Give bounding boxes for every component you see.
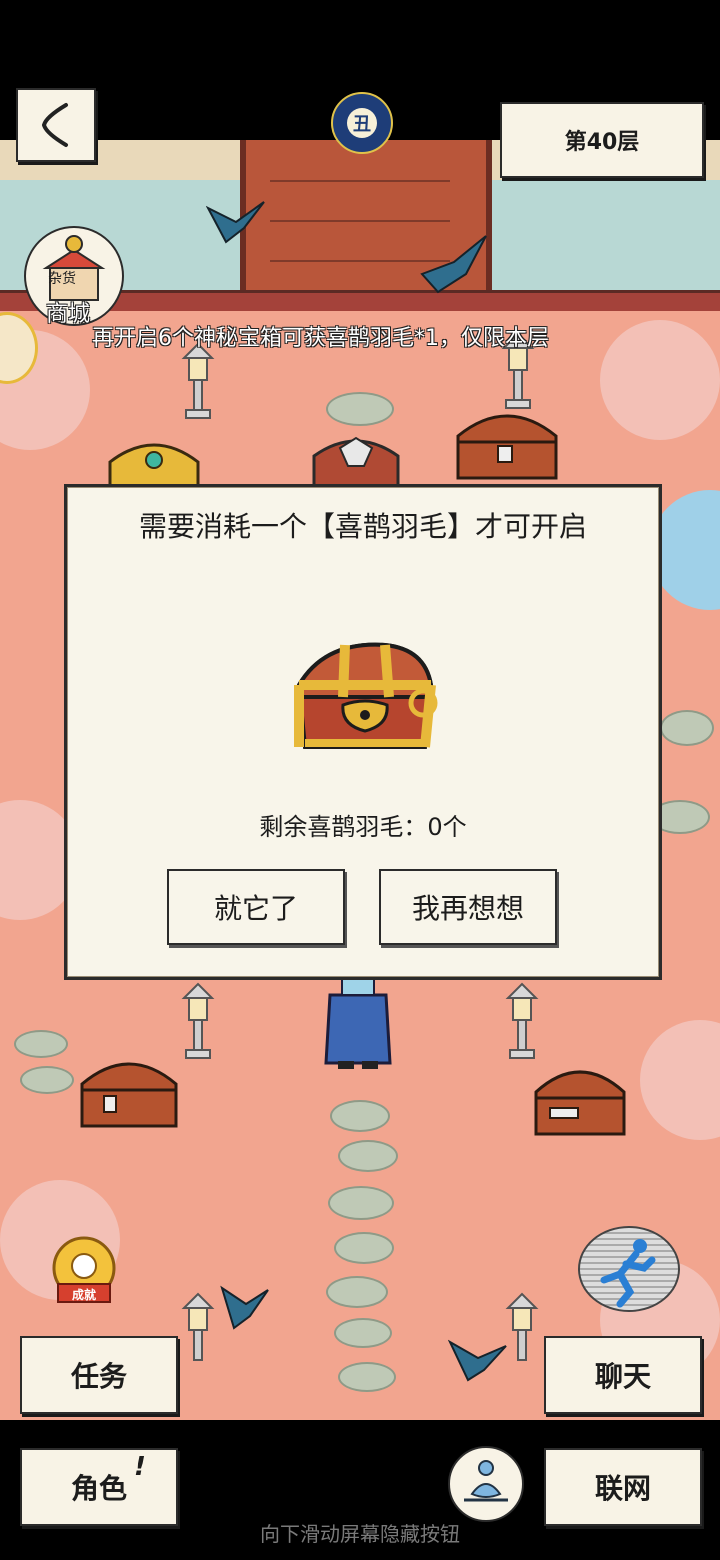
wooden-chest[interactable] <box>452 402 562 482</box>
treasure-chest-icon <box>294 642 438 749</box>
wooden-chest[interactable] <box>530 1058 630 1138</box>
stone-lantern <box>505 1292 539 1361</box>
stepping-stone <box>326 392 394 426</box>
cancel-button[interactable]: 我再想想 <box>379 869 557 945</box>
bridge-plank <box>270 220 450 222</box>
wooden-chest[interactable] <box>76 1050 182 1130</box>
silver-chest[interactable] <box>310 430 402 490</box>
stone-lantern <box>181 342 215 419</box>
stepping-stone <box>328 1186 394 1220</box>
open-chest-dialog: 需要消耗一个【喜鹊羽毛】才可开启 剩余喜鹊羽毛：0个 就它了 我再想想 <box>64 484 662 980</box>
magpie-bird <box>220 1285 269 1330</box>
meditation-button[interactable] <box>448 1446 524 1522</box>
running-man-icon <box>600 1239 656 1308</box>
blossom-tree <box>640 1020 720 1140</box>
floor-label: 第40层 <box>500 102 704 178</box>
dialog-title: 需要消耗一个【喜鹊羽毛】才可开启 <box>138 510 587 543</box>
stepping-stone <box>14 1030 68 1058</box>
stepping-stone <box>660 710 714 746</box>
magpie-bird <box>448 1339 507 1382</box>
player-character <box>324 975 392 1069</box>
chest-progress-banner: 再开启6个神秘宝箱可获喜鹊羽毛*1，仅限本层 <box>92 326 549 351</box>
stone-lantern <box>181 982 215 1059</box>
alert-icon: ! <box>134 1452 146 1482</box>
confirm-button[interactable]: 就它了 <box>167 869 345 945</box>
stone-lantern <box>505 982 539 1059</box>
character-label: 角色 <box>70 1472 127 1505</box>
stepping-stone <box>338 1140 398 1172</box>
shop-sign-text: 杂货 <box>48 271 76 287</box>
stepping-stone <box>338 1362 396 1392</box>
shop-label: 商城 <box>46 302 91 327</box>
sprint-button[interactable] <box>578 1226 680 1312</box>
character-button[interactable]: 角色 ! <box>20 1448 178 1526</box>
achievement-label: 成就 <box>71 1288 96 1302</box>
swipe-hint: 向下滑动屏幕隐藏按钮 <box>260 1522 460 1546</box>
magpie-bird <box>420 235 487 294</box>
blossom-tree <box>600 320 720 440</box>
stepping-stone <box>20 1066 74 1094</box>
pond-right <box>480 180 720 300</box>
back-button[interactable] <box>16 88 96 162</box>
magpie-bird <box>206 201 265 244</box>
remaining-feathers: 剩余喜鹊羽毛：0个 <box>259 813 467 841</box>
network-button[interactable]: 联网 <box>544 1448 702 1526</box>
stepping-stone <box>330 1100 390 1132</box>
zodiac-badge[interactable]: 丑 <box>331 92 393 154</box>
chat-button[interactable]: 聊天 <box>544 1336 702 1414</box>
achievement-button[interactable]: 成就 <box>40 1236 128 1306</box>
stepping-stone <box>326 1276 388 1308</box>
task-button[interactable]: 任务 <box>20 1336 178 1414</box>
zodiac-label: 丑 <box>347 108 377 138</box>
stone-lantern <box>181 1292 215 1361</box>
meditation-icon <box>464 1460 508 1502</box>
stepping-stone <box>334 1318 392 1348</box>
bridge-plank <box>270 180 450 182</box>
stepping-stone <box>334 1232 394 1264</box>
chevron-left-icon <box>41 103 68 147</box>
